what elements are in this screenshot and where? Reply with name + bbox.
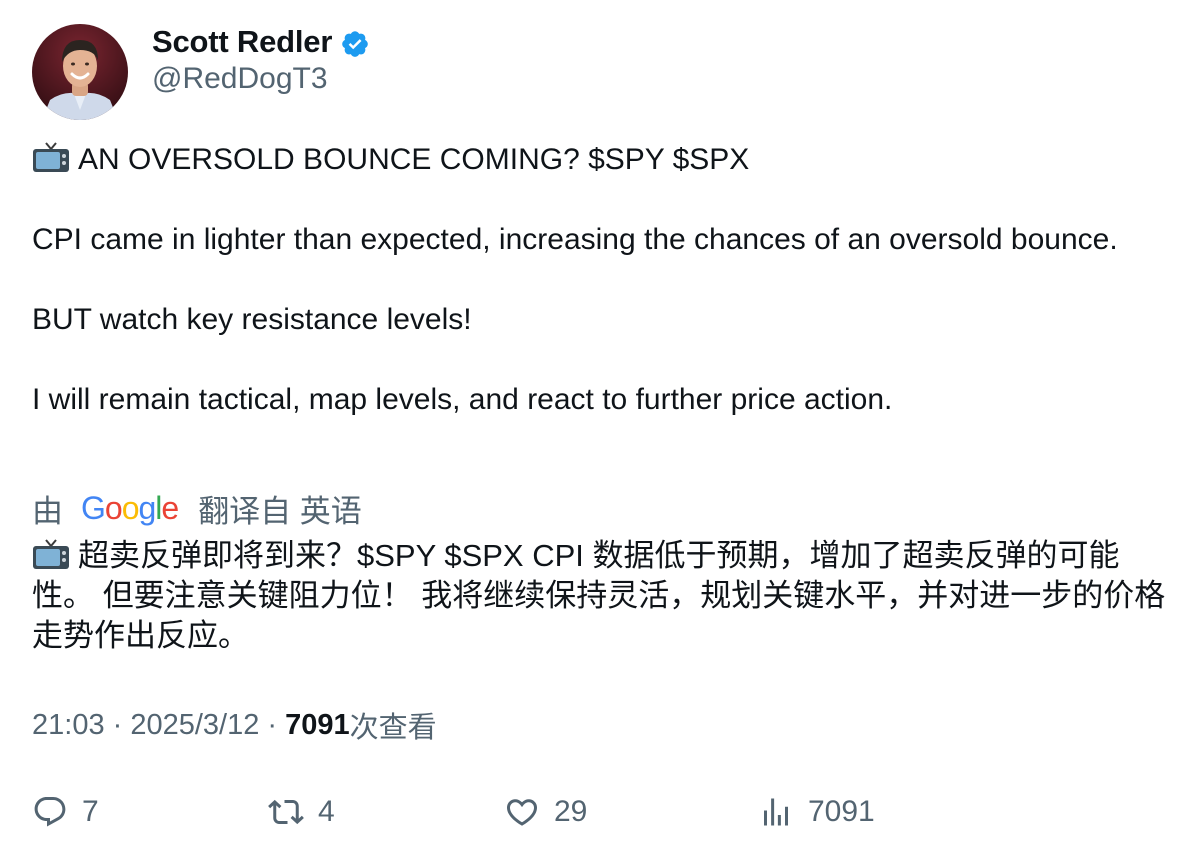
meta-separator: · (104, 708, 131, 741)
meta-separator: · (259, 708, 286, 741)
translation-suffix: 翻译自 英语 (198, 493, 362, 529)
views-count: 7091 (285, 708, 350, 741)
author-avatar[interactable] (32, 24, 128, 120)
tweet-line-4: I will remain tactical, map levels, and … (32, 383, 893, 416)
google-logo: Google (81, 489, 179, 526)
tweet-actions: 7 4 29 7091 (0, 788, 1196, 836)
views-action-count: 7091 (808, 795, 875, 828)
tweet-time[interactable]: 21:03 (32, 709, 105, 742)
tweet-line-1: AN OVERSOLD BOUNCE COMING? $SPY $SPX (32, 140, 1152, 180)
retweet-count: 4 (318, 795, 335, 828)
author-display-name[interactable]: Scott Redler (152, 24, 332, 60)
reply-button[interactable]: 7 (32, 788, 99, 836)
tweet-body: AN OVERSOLD BOUNCE COMING? $SPY $SPX CPI… (32, 140, 1152, 420)
retweet-icon (268, 799, 304, 825)
tweet-date[interactable]: 2025/3/12 (130, 709, 259, 742)
views-label: 次查看 (349, 712, 437, 744)
analytics-bar-icon (764, 798, 788, 826)
tweet-meta: 21:03 · 2025/3/12 · 7091 次查看 (32, 704, 437, 746)
like-button[interactable]: 29 (504, 788, 587, 836)
heart-icon (506, 799, 538, 826)
tweet-line-1-text: AN OVERSOLD BOUNCE COMING? $SPY $SPX (78, 143, 750, 176)
author-handle[interactable]: @RedDogT3 (152, 62, 328, 96)
translation-attribution[interactable]: 由 Google 翻译自 英语 (32, 486, 362, 530)
like-count: 29 (554, 795, 588, 828)
reply-icon (34, 797, 66, 827)
author-name-row[interactable]: Scott Redler (152, 20, 370, 64)
tweet-line-2: CPI came in lighter than expected, incre… (32, 223, 1118, 256)
verified-badge-icon[interactable] (340, 29, 370, 59)
views-button[interactable]: 7091 (758, 788, 875, 836)
translated-text: 超卖反弹即将到来？$SPY $SPX CPI 数据低于预期，增加了超卖反弹的可能… (32, 538, 1166, 653)
tweet-line-3: BUT watch key resistance levels! (32, 303, 472, 336)
tv-emoji-icon (32, 539, 70, 571)
translated-tweet-body: 超卖反弹即将到来？$SPY $SPX CPI 数据低于预期，增加了超卖反弹的可能… (32, 536, 1172, 656)
reply-count: 7 (82, 795, 99, 828)
translation-prefix: 由 (32, 493, 63, 529)
avatar-image (32, 24, 128, 120)
retweet-button[interactable]: 4 (268, 788, 335, 836)
tv-emoji-icon (32, 142, 70, 174)
